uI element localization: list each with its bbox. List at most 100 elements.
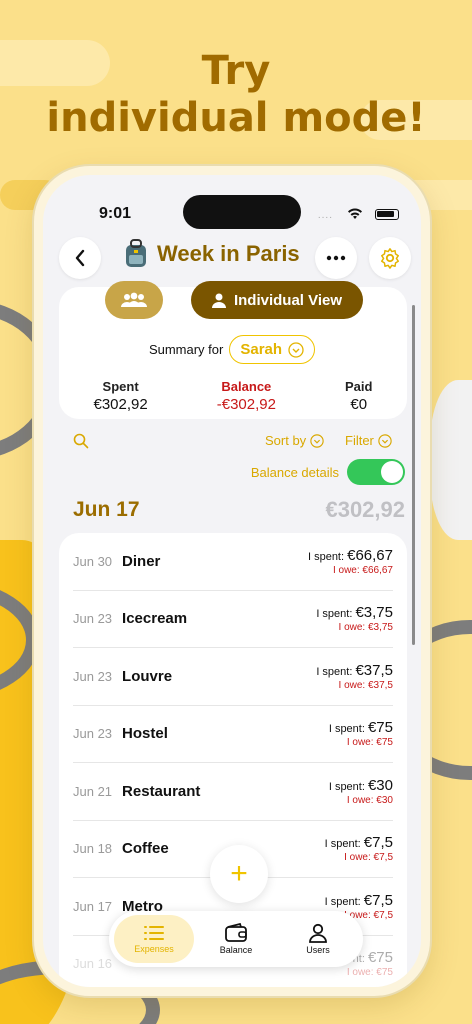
backpack-icon xyxy=(126,239,146,267)
tab-users-label: Users xyxy=(306,945,330,955)
expense-spent-prefix: I spent: xyxy=(307,550,348,563)
header-title-row: Week in Paris xyxy=(123,239,300,269)
balance-label: Balance xyxy=(221,379,272,394)
status-time: 9:01 xyxy=(99,205,132,222)
scrollbar[interactable] xyxy=(412,305,415,645)
expense-name: Hostel xyxy=(122,725,168,743)
summary-stats: Spent €302,92 Balance -€302,92 Paid €0 xyxy=(59,379,407,413)
expense-date: Jun 23 xyxy=(73,611,113,627)
person-icon xyxy=(211,293,226,308)
tab-users[interactable]: Users xyxy=(278,915,358,963)
expense-date: Jun 17 xyxy=(73,898,113,914)
headline-line2: individual mode! xyxy=(46,95,426,142)
expense-owe: I owe: €30 xyxy=(346,794,393,806)
wifi-icon xyxy=(347,207,363,223)
expense-spent: €66,67 xyxy=(347,546,393,564)
expense-spent-prefix: I spent: xyxy=(328,723,368,736)
balance-stat: Balance -€302,92 xyxy=(217,379,276,413)
filter-label: Filter xyxy=(345,433,374,448)
plus-icon: + xyxy=(230,857,248,890)
section-total: €302,92 xyxy=(325,497,405,522)
spent-stat: Spent €302,92 xyxy=(94,379,148,413)
tab-expenses[interactable]: Expenses xyxy=(114,915,194,963)
sort-button[interactable]: Sort by xyxy=(265,433,324,448)
gear-icon xyxy=(381,248,399,269)
person-selector-value: Sarah xyxy=(240,341,283,358)
expense-name: Diner xyxy=(122,552,161,570)
status-bar: 9:01 .... xyxy=(43,175,421,231)
search-button[interactable] xyxy=(73,433,89,449)
chevron-left-icon xyxy=(75,249,85,267)
plane-decoration xyxy=(430,380,472,540)
expense-spent: €75 xyxy=(367,719,393,737)
expense-spent: €30 xyxy=(367,776,393,794)
balance-details-row: Balance details xyxy=(251,459,405,485)
expense-date: Jun 18 xyxy=(73,841,113,857)
settings-button[interactable] xyxy=(369,237,411,279)
section-header: Jun 17 €302,92 xyxy=(73,497,405,523)
user-icon xyxy=(309,923,327,943)
expense-date: Jun 30 xyxy=(73,553,113,569)
group-icon xyxy=(121,292,147,307)
paid-value: €0 xyxy=(350,396,368,413)
phone-frame: 9:01 .... Week in Paris Individual View … xyxy=(34,166,430,996)
more-icon xyxy=(326,255,346,261)
chevron-down-icon xyxy=(288,341,304,358)
expense-spent: €37,5 xyxy=(355,661,393,679)
tab-expenses-label: Expenses xyxy=(134,944,174,954)
page-title: Week in Paris xyxy=(157,241,300,266)
back-button[interactable] xyxy=(59,237,101,279)
expense-spent: €3,75 xyxy=(355,604,393,622)
balance-details-label: Balance details xyxy=(250,464,339,480)
expense-spent: €7,5 xyxy=(363,891,393,909)
tab-bar: Expenses Balance Users xyxy=(109,911,363,967)
expense-date: Jun 21 xyxy=(73,783,113,799)
add-expense-button[interactable]: + xyxy=(210,845,268,903)
expense-name: Icecream xyxy=(122,610,188,628)
expense-spent-prefix: I spent: xyxy=(324,895,364,908)
expense-name: Louvre xyxy=(122,667,173,685)
battery-icon xyxy=(375,209,399,220)
expense-owe: I owe: €3,75 xyxy=(338,622,393,634)
expense-row[interactable]: Jun 23 Louvre I spent: €37,5 I owe: €37,5 xyxy=(73,648,393,706)
summary-for-row: Summary for Sarah xyxy=(43,335,421,364)
individual-view-label: Individual View xyxy=(233,291,343,309)
expense-spent-prefix: I spent: xyxy=(328,780,368,793)
spent-value: €302,92 xyxy=(93,396,148,413)
wallet-icon xyxy=(225,923,247,942)
list-icon xyxy=(144,926,164,940)
expense-spent: €7,5 xyxy=(363,834,393,852)
expense-owe: I owe: €37,5 xyxy=(338,679,393,691)
expense-owe: I owe: €75 xyxy=(346,967,393,979)
expense-row[interactable]: Jun 23 Icecream I spent: €3,75 I owe: €3,7… xyxy=(73,591,393,648)
expense-date: Jun 23 xyxy=(73,726,113,742)
chevron-down-icon xyxy=(378,433,392,448)
expense-name: Coffee xyxy=(122,840,169,858)
expense-owe: I owe: €75 xyxy=(346,737,393,749)
search-icon xyxy=(73,433,89,449)
expense-owe: I owe: €7,5 xyxy=(344,852,393,864)
sort-label: Sort by xyxy=(265,433,307,448)
headline: Try individual mode! xyxy=(0,48,472,142)
dynamic-island xyxy=(183,195,301,229)
expense-date: Jun 16 xyxy=(73,956,113,972)
tab-balance[interactable]: Balance xyxy=(196,915,276,963)
chevron-down-icon xyxy=(310,433,324,448)
expense-row[interactable]: Jun 21 Restaurant I spent: €30 I owe: €30 xyxy=(73,763,393,821)
group-view-button[interactable] xyxy=(105,281,163,319)
individual-view-button[interactable]: Individual View xyxy=(191,281,363,319)
filter-button[interactable]: Filter xyxy=(345,433,392,448)
more-button[interactable] xyxy=(315,237,357,279)
expense-date: Jun 23 xyxy=(73,668,113,684)
expense-spent: €75 xyxy=(367,949,393,967)
person-selector[interactable]: Sarah xyxy=(229,335,316,364)
expense-name: Restaurant xyxy=(122,782,201,800)
expense-owe: I owe: €66,67 xyxy=(332,564,393,576)
expense-row[interactable]: Jun 30 Diner I spent: €66,67 I owe: €66,67 xyxy=(73,533,393,591)
balance-details-toggle[interactable] xyxy=(347,459,405,485)
expense-spent-prefix: I spent: xyxy=(316,608,356,621)
signal-icon: .... xyxy=(317,210,333,221)
expense-spent-prefix: I spent: xyxy=(324,838,364,851)
paid-label: Paid xyxy=(344,379,373,394)
expense-row[interactable]: Jun 23 Hostel I spent: €75 I owe: €75 xyxy=(73,706,393,763)
